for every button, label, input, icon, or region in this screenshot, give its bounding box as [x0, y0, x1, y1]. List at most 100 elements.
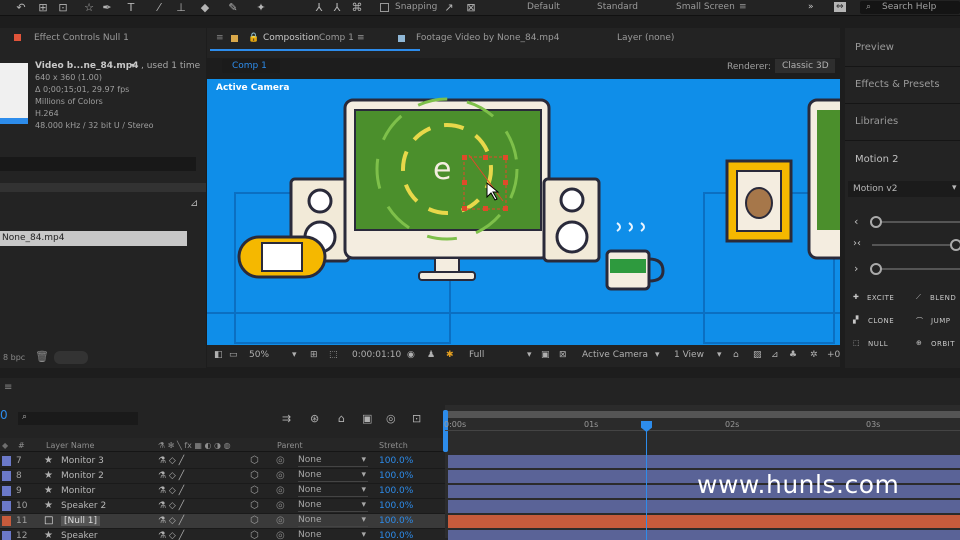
star-tool-icon[interactable]: ☆ [82, 1, 96, 14]
trash-icon[interactable]: 🗑 [35, 350, 49, 363]
motion-version-select[interactable]: Motion v2 ▾ [848, 181, 960, 197]
3d-layer-icon[interactable]: ⬡ [250, 485, 259, 496]
flowchart-icon[interactable]: ⊿ [190, 198, 198, 209]
stretch-value[interactable]: 100.0% [379, 456, 413, 466]
snapping-checkbox[interactable] [380, 3, 389, 12]
layer-row[interactable]: 11 □ [Null 1] ⚗ ◇ ╱ ⬡ ◎ None ▾ 100.0% [0, 514, 445, 529]
pick-whip-icon[interactable]: ◎ [276, 500, 285, 511]
layer-row[interactable]: 9 ★ Monitor ⚗ ◇ ╱ ⬡ ◎ None ▾ 100.0% [0, 484, 445, 499]
camera-tool-icon[interactable]: ⊞ [36, 1, 50, 14]
clone-stamp-icon[interactable]: ⊥ [174, 1, 188, 14]
ease-in-slider-handle[interactable] [870, 216, 882, 228]
layer-name[interactable]: [Null 1] [61, 516, 101, 526]
layer-switches[interactable]: ⚗ ◇ ╱ [158, 456, 184, 466]
more-workspaces-icon[interactable]: » [808, 2, 814, 12]
layer-label-swatch[interactable] [2, 531, 11, 540]
stretch-value[interactable]: 100.0% [379, 501, 413, 511]
column-layer-name[interactable]: Layer Name [46, 441, 94, 450]
null-button[interactable]: NULL [868, 340, 888, 348]
timeline-search-input[interactable]: ⌕ [18, 412, 138, 425]
view-layout-select[interactable]: 1 View [674, 350, 704, 360]
tab-composition-name[interactable]: Comp 1 [319, 33, 354, 43]
playhead-line[interactable] [646, 422, 647, 540]
tab-layer[interactable]: Layer (none) [617, 33, 674, 43]
orbit-button[interactable]: ORBIT [931, 340, 955, 348]
composition-viewer[interactable]: Active Camera e [207, 79, 840, 345]
3d-layer-icon[interactable]: ⬡ [250, 455, 259, 466]
layer-label-swatch[interactable] [2, 516, 11, 526]
roto-brush-icon[interactable]: ✎ [226, 1, 240, 14]
brush-tool-icon[interactable]: ⁄ [152, 1, 166, 14]
sync-settings-icon[interactable]: ⇔ [834, 2, 846, 12]
eraser-tool-icon[interactable]: ◆ [198, 1, 212, 14]
work-area-start-handle[interactable] [443, 410, 448, 452]
project-toggle[interactable] [54, 351, 88, 364]
resolution-select[interactable]: Full [469, 350, 484, 360]
tab-menu-icon[interactable]: ≡ [216, 33, 224, 43]
lock-icon[interactable]: 🔒 [248, 33, 259, 43]
layer-switches[interactable]: ⚗ ◇ ╱ [158, 501, 184, 511]
graph-editor-icon[interactable]: ⊡ [412, 412, 421, 425]
world-axis-icon[interactable]: ⅄ [330, 1, 344, 14]
stretch-value[interactable]: 100.0% [379, 516, 413, 526]
always-preview-icon[interactable]: ◧ [214, 350, 223, 360]
layer-label-swatch[interactable] [2, 486, 11, 496]
pan-behind-icon[interactable]: ⊡ [56, 1, 70, 14]
3d-layer-icon[interactable]: ⬡ [250, 530, 259, 540]
type-tool-icon[interactable]: T [124, 1, 138, 14]
snapshot-icon[interactable]: ◉ [407, 350, 415, 360]
mask-visibility-icon[interactable]: ⬚ [329, 350, 338, 360]
ease-both-slider-track[interactable] [872, 244, 960, 246]
pick-whip-icon[interactable]: ◎ [276, 515, 285, 526]
fast-previews-icon[interactable]: ▨ [753, 350, 762, 360]
layer-label-swatch[interactable] [2, 501, 11, 511]
workspace-standard[interactable]: Standard [597, 2, 638, 12]
layer-duration-bar[interactable] [448, 530, 960, 540]
tab-effect-controls[interactable]: Effect Controls Null 1 [34, 33, 129, 43]
stretch-value[interactable]: 100.0% [379, 531, 413, 540]
layer-row[interactable]: 7 ★ Monitor 3 ⚗ ◇ ╱ ⬡ ◎ None ▾ 100.0% [0, 454, 445, 469]
workspace-small-screen[interactable]: Small Screen [676, 2, 735, 12]
workspace-default[interactable]: Default [527, 2, 560, 12]
snap-features-icon[interactable]: ⊠ [464, 1, 478, 14]
shy-layers-icon[interactable]: ⌂ [338, 412, 345, 425]
renderer-select[interactable]: Classic 3D [775, 59, 835, 73]
region-of-interest-icon[interactable]: ▣ [541, 350, 550, 360]
comp-subtab[interactable]: Comp 1 [222, 59, 280, 73]
timeline-icon[interactable]: ⊿ [771, 350, 779, 360]
puppet-pin-icon[interactable]: ✦ [254, 1, 268, 14]
layer-label-swatch[interactable] [2, 456, 11, 466]
bit-depth-label[interactable]: 8 bpc [3, 353, 25, 362]
pen-tool-icon[interactable]: ✒ [100, 1, 114, 14]
3d-layer-icon[interactable]: ⬡ [250, 470, 259, 481]
layer-label-swatch[interactable] [2, 471, 11, 481]
ease-in-slider-track[interactable] [872, 221, 960, 223]
parent-select[interactable]: None ▾ [298, 470, 368, 482]
layer-duration-bar[interactable] [448, 515, 960, 528]
layer-row[interactable]: 12 ★ Speaker ⚗ ◇ ╱ ⬡ ◎ None ▾ 100.0% [0, 529, 445, 540]
3d-layer-icon[interactable]: ⬡ [250, 500, 259, 511]
ease-out-slider-handle[interactable] [870, 263, 882, 275]
chevron-down-icon[interactable]: ▾ [655, 350, 660, 360]
snap-edges-icon[interactable]: ↗ [442, 1, 456, 14]
project-search-input[interactable] [0, 157, 196, 171]
composition-menu-icon[interactable]: ≡ [357, 33, 365, 43]
panel-libraries[interactable]: Libraries [855, 116, 898, 127]
project-item-selected[interactable]: None_84.mp4 [0, 231, 187, 246]
layer-name[interactable]: Monitor [61, 486, 95, 496]
layer-duration-bar[interactable] [448, 500, 960, 513]
pick-whip-icon[interactable]: ◎ [276, 470, 285, 481]
timeline-menu-icon[interactable]: ≡ [4, 382, 12, 393]
layer-switches[interactable]: ⚗ ◇ ╱ [158, 531, 184, 540]
parent-select[interactable]: None ▾ [298, 530, 368, 540]
tab-composition[interactable]: Composition [263, 33, 319, 43]
layer-row[interactable]: 8 ★ Monitor 2 ⚗ ◇ ╱ ⬡ ◎ None ▾ 100.0% [0, 469, 445, 484]
view-axis-icon[interactable]: ⌘ [350, 1, 364, 14]
workspace-menu-icon[interactable]: ≡ [739, 2, 747, 12]
parent-select[interactable]: None ▾ [298, 455, 368, 467]
panel-effects-presets[interactable]: Effects & Presets [855, 79, 940, 90]
parent-select[interactable]: None ▾ [298, 515, 368, 527]
pick-whip-icon[interactable]: ◎ [276, 455, 285, 466]
local-axis-icon[interactable]: ⅄ [312, 1, 326, 14]
safe-zones-icon[interactable]: ⊞ [310, 350, 318, 360]
